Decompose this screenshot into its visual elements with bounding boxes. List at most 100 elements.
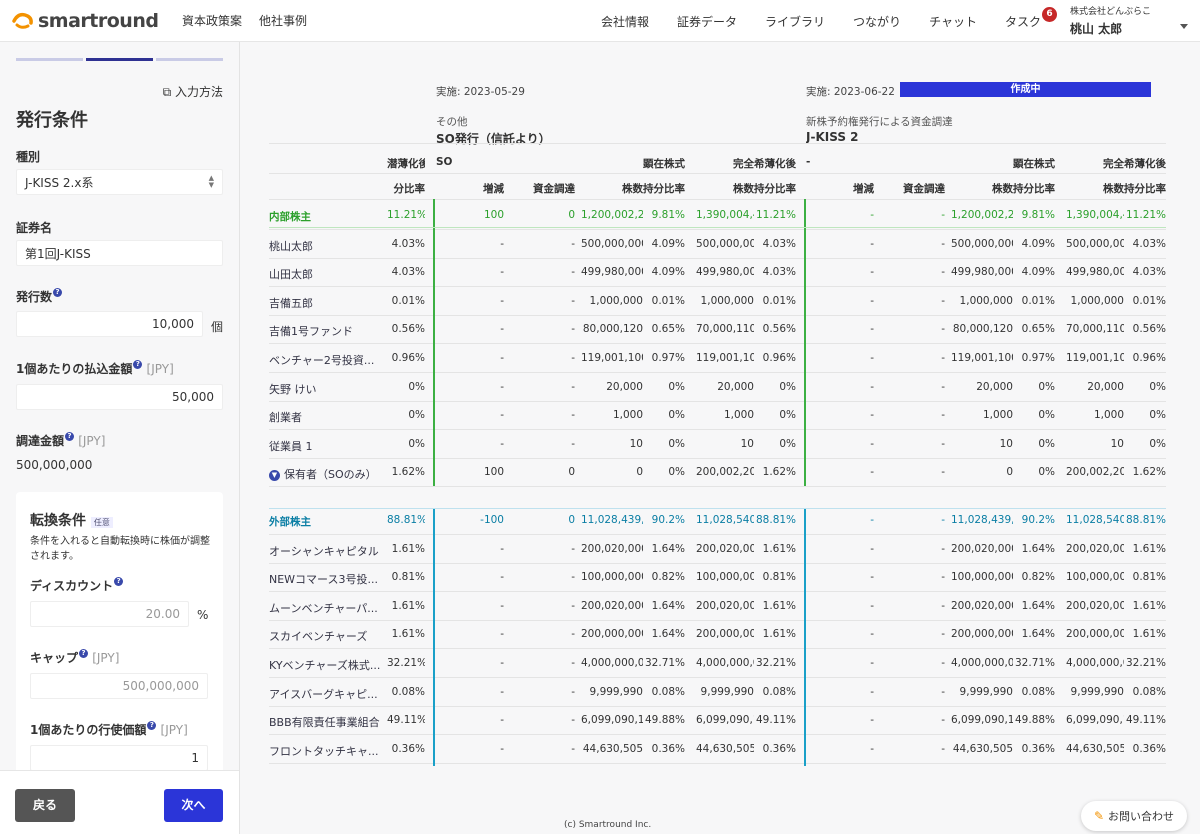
holder-name[interactable]: ▼ 保有者（SOのみ） bbox=[269, 466, 384, 482]
round2-date: 実施: 2023-06-22 bbox=[806, 86, 895, 98]
holder-name[interactable]: ムーンベンチャーパ... bbox=[269, 600, 384, 616]
holder-name[interactable]: オーシャンキャピタル bbox=[269, 543, 384, 559]
holder-name[interactable]: 桃山太郎 bbox=[269, 238, 384, 254]
external-group-label[interactable]: 外部株主 bbox=[269, 514, 384, 529]
cap-field[interactable]: 500,000,000 bbox=[30, 673, 208, 699]
holder-name-text: 保有者（SOのみ） bbox=[284, 468, 377, 482]
table-cell: - bbox=[941, 294, 945, 307]
row-divider bbox=[269, 486, 1166, 488]
holder-name[interactable]: 創業者 bbox=[269, 409, 384, 425]
count-field[interactable]: 10,000 bbox=[16, 311, 203, 337]
help-icon[interactable]: ? bbox=[65, 432, 75, 441]
round2-title[interactable]: J-KISS 2 bbox=[806, 130, 858, 144]
table-cell: 500,000,000 bbox=[951, 237, 1013, 250]
conversion-desc: 条件を入れると自動転換時に株価が調整されます。 bbox=[30, 536, 210, 562]
nav-capital-plan[interactable]: 資本政策案 bbox=[182, 12, 242, 29]
table-cell: - bbox=[500, 542, 504, 555]
holder-name[interactable]: ベンチャー2号投資... bbox=[269, 352, 384, 368]
table-cell: 0.81% bbox=[1132, 571, 1166, 584]
holder-name[interactable]: 従業員 1 bbox=[269, 438, 384, 454]
holder-name[interactable]: フロントタッチキャ... bbox=[269, 743, 384, 759]
holder-name[interactable]: アイスバーグキャピ... bbox=[269, 686, 384, 702]
table-cell: 11,028,540,983 bbox=[696, 514, 754, 526]
round-separator bbox=[804, 199, 806, 486]
table-cell: 1.61% bbox=[762, 599, 796, 612]
table-cell: 1.61% bbox=[391, 628, 425, 641]
round1-title[interactable]: SO発行（信託より） bbox=[436, 130, 551, 147]
optional-tag: 任意 bbox=[90, 517, 113, 528]
step-progress bbox=[0, 42, 239, 61]
table-cell: 0% bbox=[779, 437, 796, 450]
table-cell: 1,000 bbox=[982, 409, 1013, 422]
round2-raise-header: 資金調達 bbox=[903, 183, 945, 195]
help-icon[interactable]: ? bbox=[147, 721, 157, 730]
table-cell: 1.61% bbox=[1132, 628, 1166, 641]
nav-other-cases[interactable]: 他社事例 bbox=[259, 12, 307, 29]
table-cell: 500,000,000 bbox=[1066, 237, 1124, 250]
table-cell: 0.01% bbox=[391, 294, 425, 307]
type-select[interactable]: J-KISS 2.x系 ▲ ▼ bbox=[16, 169, 223, 195]
next-button[interactable]: 次へ bbox=[164, 789, 223, 822]
table-cell: 88.81% bbox=[387, 514, 425, 526]
nav-securities-data[interactable]: 証券データ bbox=[677, 13, 737, 30]
exercise-unit: [JPY] bbox=[160, 723, 188, 737]
help-icon[interactable]: ? bbox=[114, 577, 124, 586]
internal-group-label[interactable]: 内部株主 bbox=[269, 209, 384, 224]
row-divider bbox=[269, 343, 1166, 345]
table-cell: 100,000,000 bbox=[1066, 571, 1124, 584]
table-cell: 0% bbox=[668, 380, 685, 393]
price-field[interactable]: 50,000 bbox=[16, 384, 223, 410]
table-cell: - bbox=[870, 742, 874, 755]
table-cell: 200,002,200 bbox=[696, 466, 754, 479]
table-cell: 0% bbox=[1038, 437, 1055, 450]
howto-link[interactable]: ⧉ 入力方法 bbox=[163, 83, 223, 100]
nav-connections[interactable]: つながり bbox=[853, 13, 901, 30]
logo[interactable]: smartround bbox=[12, 10, 162, 32]
nav-library[interactable]: ライブラリ bbox=[765, 13, 825, 30]
contact-button[interactable]: ✎ お問い合わせ bbox=[1081, 801, 1187, 831]
holder-name[interactable]: 吉備1号ファンド bbox=[269, 323, 384, 339]
table-cell: 200,020,000 bbox=[1066, 599, 1124, 612]
nav-company-info[interactable]: 会社情報 bbox=[601, 13, 649, 30]
table-cell: 1.61% bbox=[762, 542, 796, 555]
task-count-badge: 6 bbox=[1042, 7, 1057, 22]
row-divider bbox=[269, 173, 1166, 174]
table-cell: 0.97% bbox=[651, 352, 685, 364]
table-cell: 44,630,505 bbox=[1066, 742, 1124, 755]
discount-field[interactable]: 20.00 bbox=[30, 601, 189, 627]
nav-chat[interactable]: チャット bbox=[929, 13, 977, 30]
holder-name[interactable]: スカイベンチャーズ bbox=[269, 628, 384, 644]
holder-name[interactable]: 山田太郎 bbox=[269, 266, 384, 282]
holder-name[interactable]: 吉備五郎 bbox=[269, 295, 384, 311]
round2-share-header: 株数持分比率 bbox=[992, 183, 1055, 195]
table-cell: 9,999,990 bbox=[700, 685, 754, 698]
table-cell: 1.61% bbox=[1132, 542, 1166, 555]
table-cell: 1,000 bbox=[1093, 409, 1124, 422]
holder-name[interactable]: KYベンチャーズ株式... bbox=[269, 657, 384, 673]
back-button[interactable]: 戻る bbox=[15, 789, 75, 822]
user-menu[interactable]: 株式会社どんぶらこ 桃山 太郎 bbox=[1070, 4, 1190, 37]
table-cell: 0.81% bbox=[391, 571, 425, 584]
chevron-down-circle-icon[interactable]: ▼ bbox=[269, 469, 280, 481]
nav-tasks[interactable]: タスク bbox=[1005, 13, 1041, 30]
table-cell: 200,000,000 bbox=[696, 628, 754, 641]
table-cell: 6,099,090,100 bbox=[581, 714, 643, 727]
table-cell: 80,000,120 bbox=[582, 323, 643, 336]
help-icon[interactable]: ? bbox=[133, 360, 143, 369]
security-name-field[interactable]: 第1回J-KISS bbox=[16, 240, 223, 266]
holder-name[interactable]: NEWコマース3号投... bbox=[269, 571, 384, 587]
table-cell: 1.64% bbox=[1021, 628, 1055, 641]
select-arrows-icon: ▲ ▼ bbox=[208, 174, 214, 189]
help-icon[interactable]: ? bbox=[79, 649, 89, 658]
copyright: (c) Smartround Inc. bbox=[564, 820, 652, 830]
table-cell: 119,001,100 bbox=[696, 352, 754, 364]
holder-name[interactable]: BBB有限責任事業組合 bbox=[269, 714, 384, 730]
table-cell: - bbox=[870, 294, 874, 307]
row-divider bbox=[269, 429, 1166, 431]
raise-label-text: 調達金額 bbox=[16, 434, 65, 448]
table-cell: 32.71% bbox=[645, 657, 685, 669]
holder-name[interactable]: 矢野 けい bbox=[269, 381, 384, 397]
help-icon[interactable]: ? bbox=[53, 288, 63, 297]
exercise-field[interactable]: 1 bbox=[30, 745, 208, 771]
round-separator bbox=[433, 199, 435, 486]
